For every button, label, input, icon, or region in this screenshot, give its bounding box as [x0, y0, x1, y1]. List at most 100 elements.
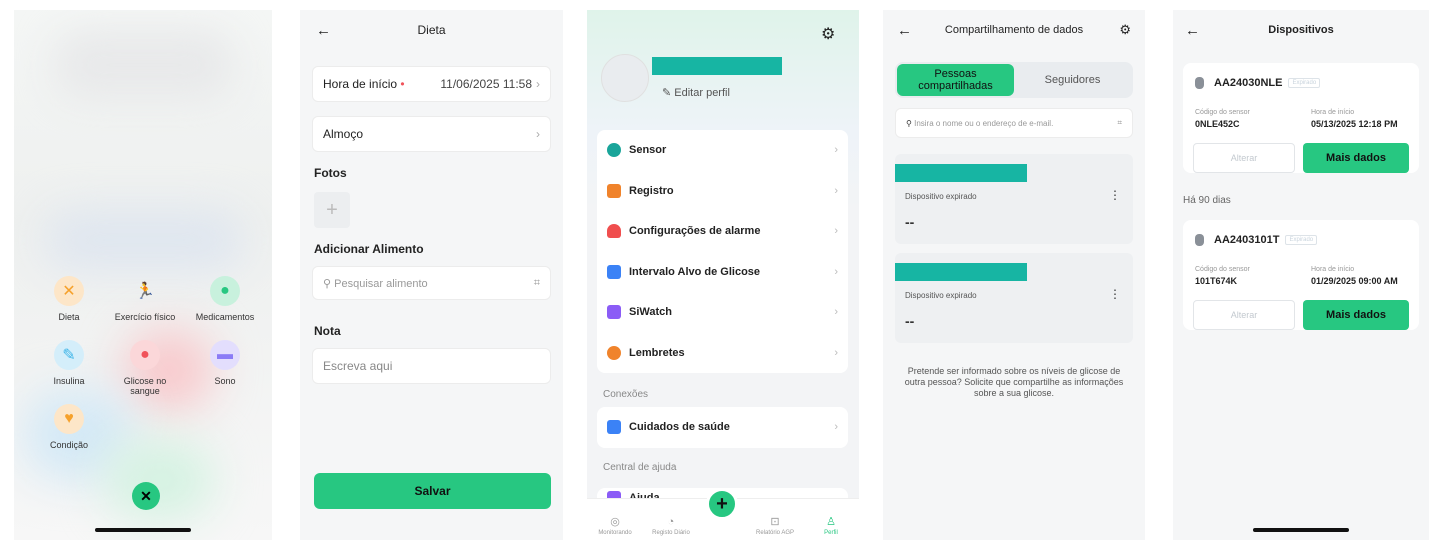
more-data-button[interactable]: Mais dados	[1303, 300, 1409, 330]
plus-icon: +	[716, 492, 728, 515]
scan-icon[interactable]: ⌗	[534, 277, 540, 290]
menu-item-target-range[interactable]: Intervalo Alvo de Glicose ›	[597, 252, 848, 293]
back-arrow-icon[interactable]: ←	[1185, 22, 1200, 39]
close-icon: ✕	[140, 487, 152, 504]
food-search-input[interactable]: ⚲ Pesquisar alimento ⌗	[312, 266, 551, 300]
start-time-value: 05/13/2025 12:18 PM	[1311, 119, 1398, 129]
device-card: AA2403101T Expirado Código do sensor 101T…	[1183, 220, 1419, 330]
droplet-icon: ●	[130, 340, 160, 370]
redacted-name	[652, 57, 782, 75]
menu-item-siwatch[interactable]: SiWatch ›	[597, 292, 848, 333]
meal-select[interactable]: Almoço ›	[312, 116, 551, 152]
tab-label: Relatório AGP	[755, 530, 795, 536]
bell-icon	[607, 224, 621, 239]
log-icon: ◔	[667, 516, 675, 528]
add-fab-button[interactable]: +	[706, 488, 738, 520]
person-icon: ♙	[826, 516, 836, 528]
action-label: Insulina	[53, 376, 85, 386]
action-exercicio[interactable]: 🏃 Exercício físico	[110, 276, 180, 322]
more-options-icon[interactable]: ⋮	[1109, 188, 1121, 202]
save-button[interactable]: Salvar	[314, 473, 551, 509]
menu-item-registro[interactable]: Registro ›	[597, 171, 848, 212]
avatar[interactable]	[601, 54, 649, 102]
redacted-name	[895, 164, 1027, 182]
menu-label: Configurações de alarme	[629, 225, 761, 238]
sensor-code-value: 101T674K	[1195, 276, 1238, 286]
menu-item-healthcare[interactable]: Cuidados de saúde ›	[597, 407, 848, 448]
header: ← Compartilhamento de dados ⚙	[883, 10, 1145, 50]
quick-add-screen: ✕ Dieta 🏃 Exercício físico ● Medicamento…	[14, 10, 272, 540]
tab-label: Monitorando	[598, 530, 632, 536]
more-options-icon[interactable]: ⋮	[1109, 287, 1121, 301]
device-header: AA24030NLE Expirado	[1195, 77, 1321, 89]
menu-label: Sensor	[629, 144, 667, 157]
home-indicator	[95, 528, 191, 532]
close-button[interactable]: ✕	[132, 482, 160, 510]
tab-followers[interactable]: Seguidores	[1014, 64, 1131, 96]
bed-icon: ▬	[210, 340, 240, 370]
add-photo-button[interactable]: +	[314, 192, 350, 228]
redacted-name	[895, 263, 1027, 281]
action-condicao[interactable]: ♥ Condição	[34, 404, 104, 450]
tab-profile[interactable]: ♙ Perfil	[807, 515, 855, 536]
back-arrow-icon[interactable]: ←	[316, 22, 331, 39]
change-button[interactable]: Alterar	[1193, 300, 1295, 330]
action-glicose[interactable]: ● Glicose no sangue	[110, 340, 180, 396]
share-search-input[interactable]: ⚲ Insira o nome ou o endereço de e-mail.…	[895, 108, 1133, 138]
calendar-icon	[607, 183, 621, 198]
action-medicamentos[interactable]: ● Medicamentos	[190, 276, 260, 322]
tab-agp-report[interactable]: ⊡ Relatório AGP	[751, 515, 799, 536]
edit-profile-label: Editar perfil	[674, 87, 730, 99]
menu-item-alarm[interactable]: Configurações de alarme ›	[597, 211, 848, 252]
tab-monitoring[interactable]: ◎ Monitorando	[591, 515, 639, 536]
change-button[interactable]: Alterar	[1193, 143, 1295, 173]
gear-icon[interactable]: ⚙	[1119, 22, 1131, 38]
chevron-right-icon: ›	[536, 127, 540, 141]
note-title: Nota	[314, 324, 341, 338]
back-arrow-icon[interactable]: ←	[897, 22, 912, 39]
edit-icon: ✎	[662, 87, 672, 99]
search-placeholder: Insira o nome ou o endereço de e-mail.	[914, 118, 1054, 128]
note-input[interactable]: Escreva aqui	[312, 348, 551, 384]
runner-icon: 🏃	[135, 283, 155, 300]
menu-label: Intervalo Alvo de Glicose	[629, 265, 761, 278]
header: ← Dieta	[300, 10, 563, 50]
chevron-right-icon: ›	[536, 77, 540, 91]
device-name: AA2403101T	[1214, 234, 1280, 246]
device-card: AA24030NLE Expirado Código do sensor 0NLE…	[1183, 63, 1419, 173]
start-time-value: 11/06/2025 11:58	[440, 77, 532, 91]
action-label: Medicamentos	[195, 312, 255, 322]
tab-label: Perfil	[824, 530, 838, 536]
page-title: Dieta	[417, 23, 446, 37]
menu-item-reminders[interactable]: Lembretes ›	[597, 333, 848, 374]
gear-icon[interactable]: ⚙	[821, 24, 835, 44]
tab-daily-log[interactable]: ◔ Registo Diário	[647, 516, 695, 536]
sensor-code-label: Código do sensor	[1195, 266, 1250, 273]
syringe-icon: ✎	[54, 340, 84, 370]
menu-item-sensor[interactable]: Sensor ›	[597, 130, 848, 171]
action-sono[interactable]: ▬ Sono	[190, 340, 260, 386]
add-food-title: Adicionar Alimento	[314, 242, 424, 256]
required-mark: •	[400, 77, 405, 91]
tab-shared-people[interactable]: Pessoas compartilhadas	[897, 64, 1014, 96]
search-placeholder: Pesquisar alimento	[334, 277, 428, 290]
photos-title: Fotos	[314, 166, 347, 180]
more-data-button[interactable]: Mais dados	[1303, 143, 1409, 173]
sensor-code-value: 0NLE452C	[1195, 119, 1240, 129]
chevron-right-icon: ›	[834, 265, 838, 278]
action-dieta[interactable]: ✕ Dieta	[34, 276, 104, 322]
action-insulina[interactable]: ✎ Insulina	[34, 340, 104, 386]
chevron-right-icon: ›	[834, 225, 838, 238]
action-label: Dieta	[58, 312, 80, 322]
status-badge: Expirado	[1288, 78, 1321, 88]
devices-screen: ← Dispositivos AA24030NLE Expirado Código…	[1173, 10, 1429, 540]
menu-list: Sensor › Registro › Configurações de alarm…	[597, 130, 848, 373]
tab-label: Registo Diário	[652, 530, 690, 536]
start-time-row[interactable]: Hora de início • 11/06/2025 11:58 ›	[312, 66, 551, 102]
sensor-icon	[607, 143, 621, 158]
chevron-right-icon: ›	[834, 144, 838, 157]
shared-person-card[interactable]: Dispositivo expirado -- ⋮	[895, 253, 1133, 343]
shared-person-card[interactable]: Dispositivo expirado -- ⋮	[895, 154, 1133, 244]
scan-icon[interactable]: ⌗	[1117, 118, 1122, 128]
edit-profile-link[interactable]: ✎ Editar perfil	[662, 86, 730, 99]
